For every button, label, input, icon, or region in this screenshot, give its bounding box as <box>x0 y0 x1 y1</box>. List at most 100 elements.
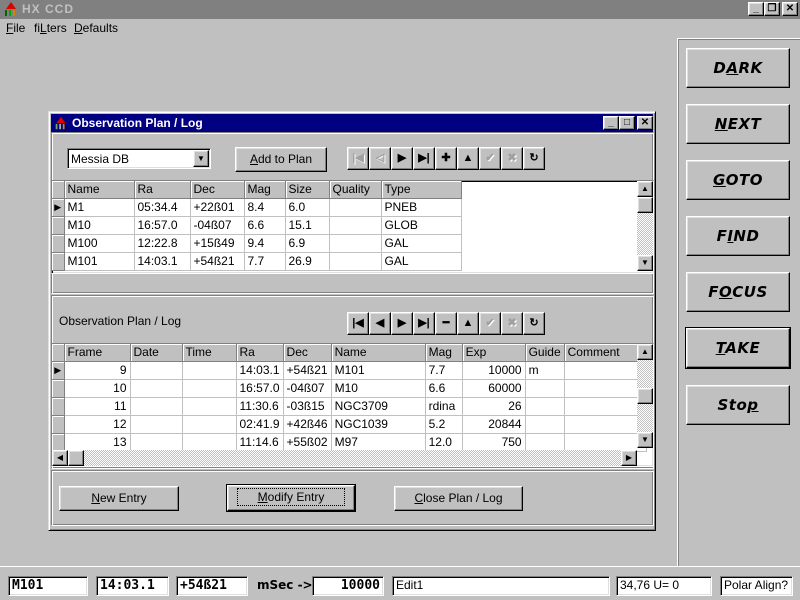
catalog-cell[interactable]: +22ß01 <box>190 198 245 217</box>
catalog-cell[interactable]: 7.7 <box>244 252 286 271</box>
log-nav-edit-button[interactable]: ▲ <box>457 312 479 335</box>
log-cell[interactable]: 9 <box>64 361 131 380</box>
log-column-header[interactable]: Exp <box>462 344 526 362</box>
catalog-nav-insert-button[interactable]: ✚ <box>435 147 457 170</box>
log-cell[interactable]: rdina <box>425 397 463 416</box>
dialog-maximize-button[interactable]: □ <box>619 116 635 130</box>
scroll-thumb[interactable] <box>637 388 653 404</box>
dialog-close-button[interactable]: ✕ <box>637 116 653 130</box>
log-cell[interactable]: +55ß02 <box>283 433 332 452</box>
catalog-nav-cancel-button[interactable]: ✖ <box>501 147 523 170</box>
scroll-right-icon[interactable]: ▶ <box>621 450 637 466</box>
stop-button[interactable]: Stop <box>686 385 790 425</box>
catalog-column-header[interactable]: Mag <box>244 181 286 199</box>
catalog-cell[interactable]: 26.9 <box>285 252 330 271</box>
log-column-header[interactable]: Name <box>331 344 426 362</box>
log-cell[interactable]: +54ß21 <box>283 361 332 380</box>
dec-field[interactable]: +54ß21 <box>176 576 248 596</box>
catalog-nav-first-button[interactable]: |◀ <box>347 147 369 170</box>
log-nav-next-button[interactable]: ▶ <box>391 312 413 335</box>
catalog-cell[interactable]: M101 <box>64 252 135 271</box>
log-cell[interactable]: 10000 <box>462 361 526 380</box>
log-grid[interactable]: Frame Date Time Ra Dec Name Mag Exp Guide Comment… <box>51 343 654 467</box>
catalog-nav-refresh-button[interactable]: ↻ <box>523 147 545 170</box>
log-cell[interactable] <box>130 397 183 416</box>
log-column-header[interactable]: Date <box>130 344 183 362</box>
catalog-nav-post-button[interactable]: ✔ <box>479 147 501 170</box>
take-button[interactable]: TAKE <box>685 327 791 369</box>
log-cell[interactable] <box>182 361 237 380</box>
scroll-down-icon[interactable]: ▼ <box>637 432 653 448</box>
log-cell[interactable]: 5.2 <box>425 415 463 434</box>
log-column-header[interactable]: Guide <box>525 344 565 362</box>
catalog-column-header[interactable]: Size <box>285 181 330 199</box>
log-cell[interactable]: 60000 <box>462 379 526 398</box>
catalog-cell[interactable] <box>329 234 382 253</box>
log-cell[interactable] <box>525 379 565 398</box>
log-cell[interactable]: 26 <box>462 397 526 416</box>
catalog-nav-last-button[interactable]: ▶| <box>413 147 435 170</box>
log-cell[interactable] <box>564 379 647 398</box>
row-indicator[interactable] <box>52 216 65 235</box>
minimize-button[interactable]: _ <box>748 2 764 16</box>
log-row[interactable]: 11 11:30.6 -03ß15 NGC3709 rdina 26 <box>52 397 647 416</box>
log-cell[interactable] <box>130 379 183 398</box>
log-column-header[interactable]: Frame <box>64 344 131 362</box>
log-horizontal-scrollbar[interactable]: ◀ ▶ <box>52 450 637 466</box>
scroll-thumb[interactable] <box>637 197 653 213</box>
row-indicator[interactable] <box>52 397 65 416</box>
menu-file[interactable]: File <box>6 21 25 35</box>
catalog-column-header[interactable]: Ra <box>134 181 191 199</box>
new-entry-button[interactable]: New Entry <box>59 486 179 511</box>
dialog-minimize-button[interactable]: _ <box>603 116 619 130</box>
chevron-down-icon[interactable]: ▼ <box>193 150 209 167</box>
log-cell[interactable] <box>564 415 647 434</box>
object-field[interactable]: M101 <box>8 576 88 596</box>
log-cell[interactable]: +42ß46 <box>283 415 332 434</box>
catalog-cell[interactable]: GAL <box>381 234 462 253</box>
log-nav-refresh-button[interactable]: ↻ <box>523 312 545 335</box>
next-button[interactable]: NEXT <box>686 104 790 144</box>
catalog-row[interactable]: M101 14:03.1 +54ß21 7.7 26.9 GAL <box>52 252 462 271</box>
scroll-up-icon[interactable]: ▲ <box>637 344 653 360</box>
log-cell[interactable] <box>525 397 565 416</box>
log-cell[interactable] <box>182 397 237 416</box>
log-cell[interactable] <box>130 433 183 452</box>
catalog-cell[interactable]: 16:57.0 <box>134 216 191 235</box>
catalog-cell[interactable]: 12:22.8 <box>134 234 191 253</box>
catalog-cell[interactable]: 6.9 <box>285 234 330 253</box>
log-column-header[interactable]: Dec <box>283 344 332 362</box>
log-row[interactable]: 12 02:41.9 +42ß46 NGC1039 5.2 20844 <box>52 415 647 434</box>
log-cell[interactable]: NGC3709 <box>331 397 426 416</box>
log-column-header[interactable]: Comment <box>564 344 647 362</box>
log-cell[interactable]: -03ß15 <box>283 397 332 416</box>
log-cell[interactable] <box>525 415 565 434</box>
catalog-cell[interactable]: 05:34.4 <box>134 198 191 217</box>
row-indicator[interactable] <box>52 415 65 434</box>
log-row[interactable]: ▶ 9 14:03.1 +54ß21 M101 7.7 10000 m <box>52 361 647 380</box>
log-cell[interactable]: M97 <box>331 433 426 452</box>
catalog-cell[interactable]: 6.0 <box>285 198 330 217</box>
scroll-up-icon[interactable]: ▲ <box>637 181 653 197</box>
log-cell[interactable]: 20844 <box>462 415 526 434</box>
log-column-header[interactable]: Ra <box>236 344 284 362</box>
log-cell[interactable]: 02:41.9 <box>236 415 284 434</box>
log-cell[interactable]: NGC1039 <box>331 415 426 434</box>
log-cell[interactable] <box>564 433 647 452</box>
find-button[interactable]: FIND <box>686 216 790 256</box>
log-nav-prior-button[interactable]: ◀ <box>369 312 391 335</box>
add-to-plan-button[interactable]: Add to Plan <box>235 147 327 172</box>
catalog-row[interactable]: ▶ M1 05:34.4 +22ß01 8.4 6.0 PNEB <box>52 198 462 217</box>
catalog-cell[interactable]: 15.1 <box>285 216 330 235</box>
log-cell[interactable]: 11 <box>64 397 131 416</box>
catalog-cell[interactable]: GAL <box>381 252 462 271</box>
catalog-vertical-scrollbar[interactable]: ▲ ▼ <box>637 181 653 271</box>
catalog-row[interactable]: M100 12:22.8 +15ß49 9.4 6.9 GAL <box>52 234 462 253</box>
log-column-header[interactable]: Time <box>182 344 237 362</box>
ra-field[interactable]: 14:03.1 <box>96 576 169 596</box>
close-button[interactable]: ✕ <box>782 2 798 16</box>
log-cell[interactable] <box>182 379 237 398</box>
scroll-left-icon[interactable]: ◀ <box>52 450 68 466</box>
log-cell[interactable] <box>525 433 565 452</box>
catalog-cell[interactable]: 8.4 <box>244 198 286 217</box>
